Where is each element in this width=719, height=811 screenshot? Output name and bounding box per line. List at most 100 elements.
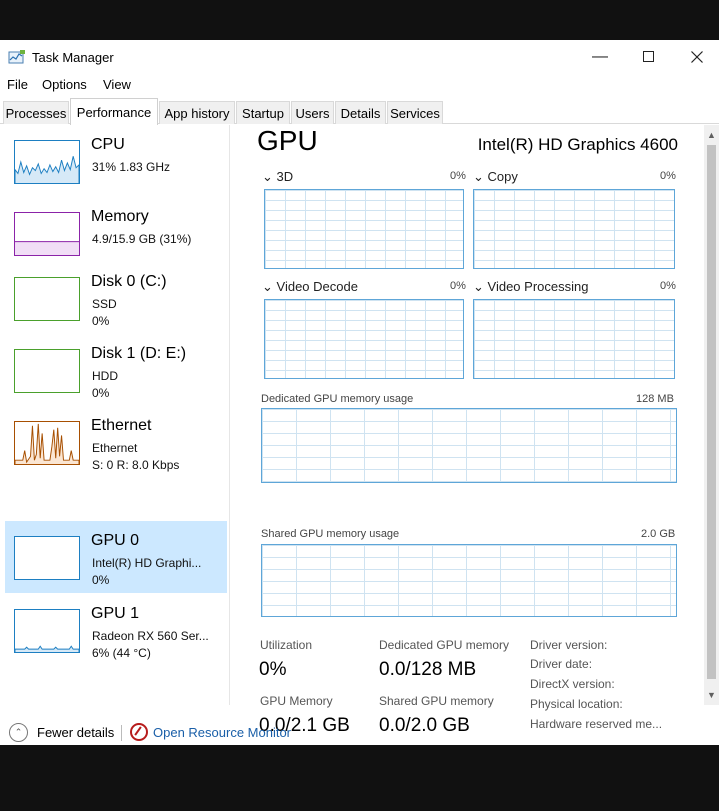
engine-copy-label[interactable]: ⌄ Copy [473,169,518,185]
utilization-value: 0% [259,659,287,680]
shared-gpu-memory-label: Shared GPU memory [379,694,494,708]
ethernet-thumbnail-graph [14,421,80,465]
sidebar-item-title: Disk 0 (C:) [91,273,167,290]
sidebar-item-detail: 4.9/15.9 GB (31%) [92,232,192,246]
sidebar-item-detail: SSD [92,297,117,311]
scroll-thumb[interactable] [707,145,716,679]
tab-performance[interactable]: Performance [70,98,158,125]
menu-bar: File Options View [0,74,719,96]
driver-version-label: Driver version: [530,638,608,652]
memory-thumbnail-graph [14,212,80,256]
window-title: Task Manager [32,50,114,65]
sidebar-item-cpu[interactable]: CPU 31% 1.83 GHz [5,125,227,197]
shared-memory-max: 2.0 GB [641,528,676,540]
sidebar-item-ethernet[interactable]: Ethernet Ethernet S: 0 R: 8.0 Kbps [5,406,227,478]
dedicated-gpu-memory-value: 0.0/128 MB [379,659,477,680]
sidebar-item-gpu-1[interactable]: GPU 1 Radeon RX 560 Ser... 6% (44 °C) [5,594,227,666]
scroll-up-icon[interactable]: ▲ [704,127,719,143]
tab-services[interactable]: Services [387,101,443,124]
gpu-0-thumbnail-graph [14,536,80,580]
sidebar-item-detail: S: 0 R: 8.0 Kbps [92,458,180,472]
page-title: GPU [257,125,318,156]
engine-3d-label[interactable]: ⌄ 3D [262,169,293,185]
task-manager-window: Task Manager — File Options View Process… [0,40,719,745]
sidebar-item-disk-1[interactable]: Disk 1 (D: E:) HDD 0% [5,334,227,406]
engine-name: Copy [487,169,518,184]
gpu-model-name: Intel(R) HD Graphics 4600 [477,135,678,154]
shared-memory-usage-label: Shared GPU memory usage [261,528,400,540]
sidebar-item-detail: HDD [92,369,118,383]
engine-name: Video Decode [276,279,358,294]
engine-video-decode-percent: 0% [450,280,466,292]
minimize-button[interactable]: — [575,40,625,73]
sidebar-item-title: CPU [91,136,125,153]
gpu-detail-panel: GPU Intel(R) HD Graphics 4600 ⌄ 3D 0% ⌄ … [240,125,704,736]
driver-date-label: Driver date: [530,657,593,671]
sidebar-item-detail: Ethernet [92,441,138,455]
tab-details[interactable]: Details [335,101,386,124]
engine-video-processing-label[interactable]: ⌄ Video Processing [473,279,588,295]
sidebar-item-title: Memory [91,208,149,225]
sidebar-item-detail: 0% [92,386,110,400]
cpu-thumbnail-graph [14,140,80,184]
sidebar-item-title: Disk 1 (D: E:) [91,345,187,362]
close-button[interactable] [672,40,719,73]
engine-name: Video Processing [487,279,589,294]
menu-file[interactable]: File [7,77,28,92]
vertical-scrollbar[interactable]: ▲ ▼ [704,125,719,705]
tab-startup[interactable]: Startup [236,101,290,124]
task-manager-icon [8,49,26,65]
physical-location-label: Physical location: [530,697,623,711]
engine-video-processing-percent: 0% [660,280,676,292]
sidebar-item-detail: 0% [92,573,110,587]
tab-app-history[interactable]: App history [159,101,235,124]
engine-video-decode-label[interactable]: ⌄ Video Decode [262,279,358,295]
menu-view[interactable]: View [103,77,131,92]
disk-1-thumbnail-graph [14,349,80,393]
sidebar-item-gpu-0[interactable]: GPU 0 Intel(R) HD Graphi... 0% [5,521,227,593]
tab-processes[interactable]: Processes [3,101,69,124]
open-resource-monitor-link[interactable]: Open Resource Monitor [153,725,291,740]
directx-version-label: DirectX version: [530,677,615,691]
sidebar-item-title: GPU 0 [91,532,140,549]
sidebar-item-detail: 31% 1.83 GHz [92,160,171,174]
top-black-band [0,0,719,40]
dedicated-gpu-memory-label: Dedicated GPU memory [379,638,510,652]
sidebar-item-detail: Intel(R) HD Graphi... [92,556,202,570]
sidebar-item-title: GPU 1 [91,605,140,622]
footer-divider [121,725,122,741]
engine-3d-graph [264,189,464,269]
resource-sidebar: CPU 31% 1.83 GHz Memory 4.9/15.9 GB (31%… [0,125,230,705]
disk-0-thumbnail-graph [14,277,80,321]
engine-copy-graph [473,189,675,269]
scroll-down-icon[interactable]: ▼ [704,687,719,703]
chevron-up-icon[interactable]: ⌃ [9,723,28,742]
gpu-1-thumbnail-graph [14,609,80,653]
sidebar-item-title: Ethernet [91,417,152,434]
engine-3d-percent: 0% [450,170,466,182]
sidebar-item-detail: Radeon RX 560 Ser... [92,629,209,643]
maximize-button[interactable] [623,40,673,73]
bottom-black-band [0,745,719,811]
menu-options[interactable]: Options [42,77,87,92]
footer-bar: ⌃ Fewer details Open Resource Monitor [0,720,719,745]
sidebar-item-memory[interactable]: Memory 4.9/15.9 GB (31%) [5,197,227,269]
tab-users[interactable]: Users [291,101,334,124]
gpu-memory-label: GPU Memory [260,694,333,708]
engine-video-decode-graph [264,299,464,379]
utilization-label: Utilization [260,638,313,652]
dedicated-memory-usage-label: Dedicated GPU memory usage [261,393,414,405]
shared-memory-graph [261,544,677,617]
tab-strip: Processes Performance App history Startu… [0,98,719,125]
dedicated-memory-max: 128 MB [636,393,674,405]
resource-monitor-icon[interactable] [130,723,148,741]
dedicated-memory-graph [261,408,677,483]
engine-video-processing-graph [473,299,675,379]
fewer-details-button[interactable]: Fewer details [37,725,114,740]
sidebar-item-detail: 0% [92,314,110,328]
title-bar[interactable]: Task Manager — [0,40,719,73]
engine-copy-percent: 0% [660,170,676,182]
engine-name: 3D [276,169,294,184]
sidebar-item-disk-0[interactable]: Disk 0 (C:) SSD 0% [5,262,227,334]
sidebar-item-detail: 6% (44 °C) [92,646,151,660]
